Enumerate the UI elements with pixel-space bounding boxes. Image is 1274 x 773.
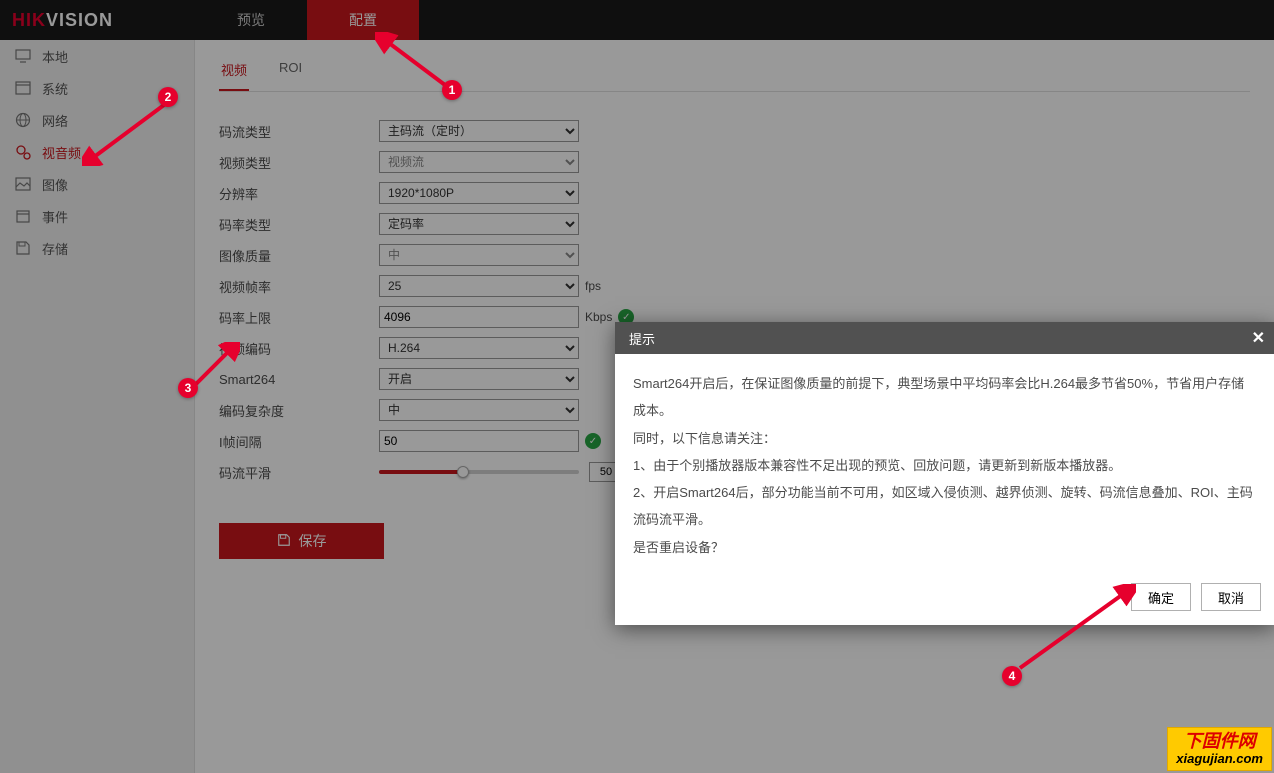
confirm-modal: 提示 ✕ Smart264开启后，在保证图像质量的前提下，典型场景中平均码率会比… (615, 322, 1274, 625)
modal-line: 同时，以下信息请关注： (633, 425, 1257, 452)
modal-body: Smart264开启后，在保证图像质量的前提下，典型场景中平均码率会比H.264… (615, 354, 1274, 573)
watermark: 下固件网 xiagujian.com (1167, 727, 1272, 771)
modal-header: 提示 ✕ (615, 322, 1274, 354)
modal-line: 是否重启设备？ (633, 534, 1257, 561)
modal-ok-button[interactable]: 确定 (1131, 583, 1191, 611)
modal-footer: 确定 取消 (615, 573, 1274, 625)
annotation-badge-3: 3 (178, 378, 198, 398)
modal-line: Smart264开启后，在保证图像质量的前提下，典型场景中平均码率会比H.264… (633, 370, 1257, 425)
annotation-arrow-2 (82, 98, 174, 166)
annotation-badge-2: 2 (158, 87, 178, 107)
modal-line: 2、开启Smart264后，部分功能当前不可用，如区域入侵侦测、越界侦测、旋转、… (633, 479, 1257, 534)
watermark-line2: xiagujian.com (1176, 752, 1263, 766)
modal-cancel-button[interactable]: 取消 (1201, 583, 1261, 611)
watermark-line1: 下固件网 (1176, 732, 1263, 752)
annotation-badge-1: 1 (442, 80, 462, 100)
modal-line: 1、由于个别播放器版本兼容性不足出现的预览、回放问题，请更新到新版本播放器。 (633, 452, 1257, 479)
annotation-arrow-3 (192, 342, 240, 390)
annotation-badge-4: 4 (1002, 666, 1022, 686)
modal-title: 提示 (629, 329, 655, 348)
modal-close-button[interactable]: ✕ (1252, 328, 1265, 348)
annotation-arrow-4 (1016, 584, 1136, 674)
